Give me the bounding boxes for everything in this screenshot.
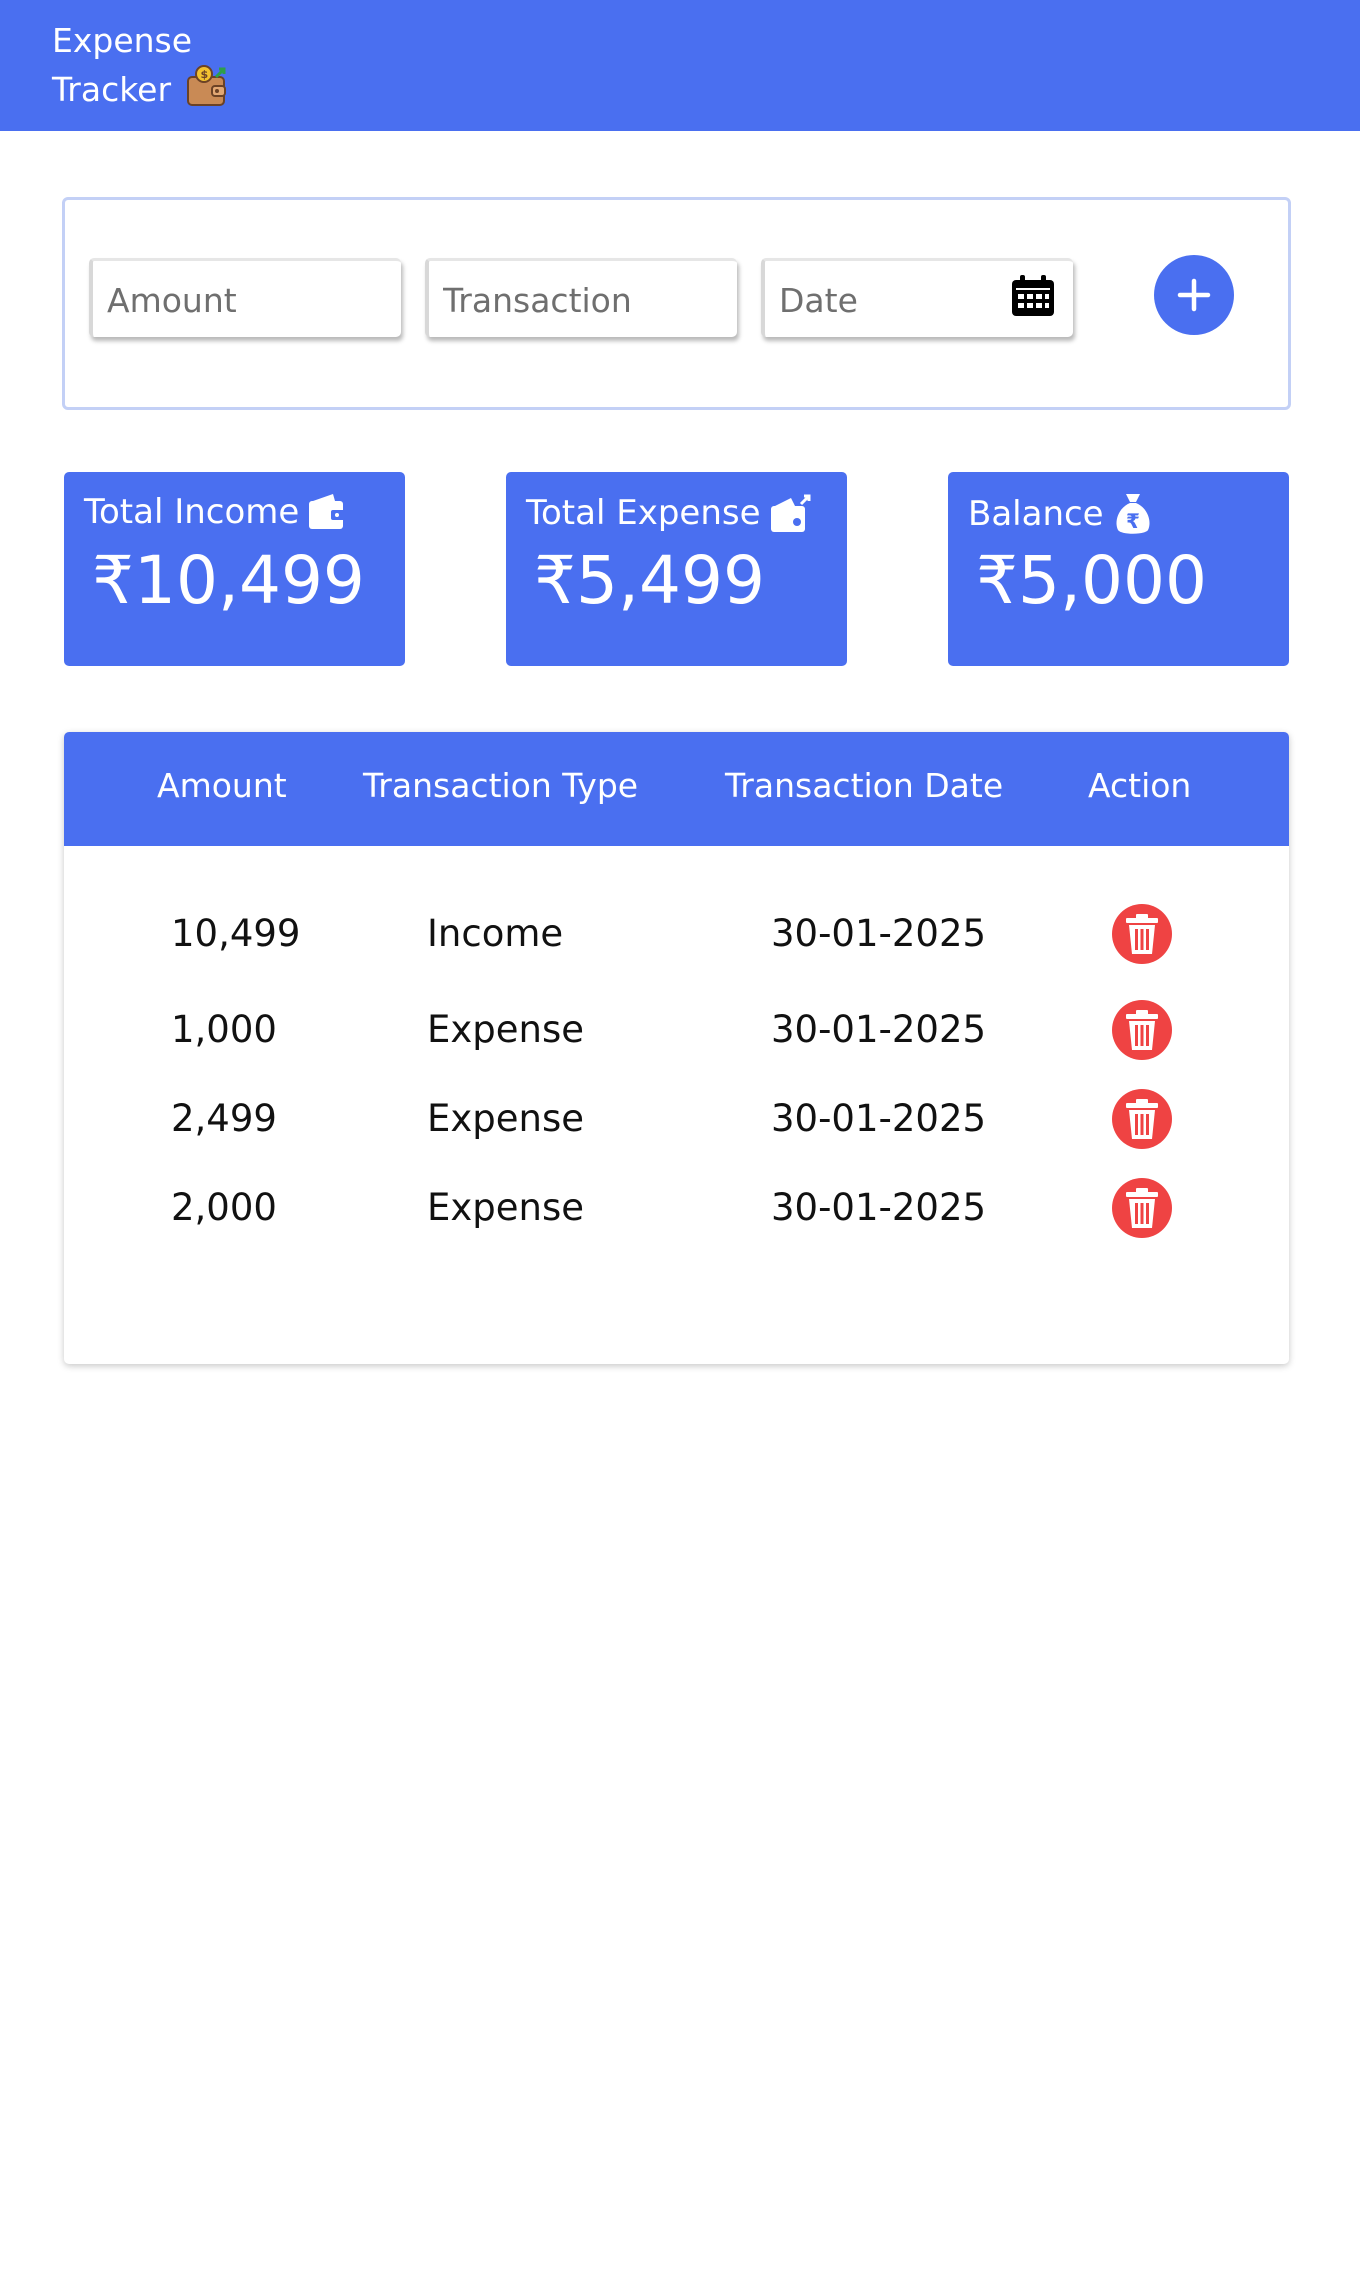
row-amount: 1,000: [171, 1008, 277, 1051]
total-income-label: Total Income: [84, 492, 300, 532]
plus-icon: [1177, 278, 1211, 312]
calendar-icon[interactable]: [1011, 275, 1055, 317]
wallet-icon: [309, 494, 346, 529]
trash-icon: [1126, 1188, 1158, 1228]
app-title-line1: Expense: [52, 21, 193, 60]
transaction-input[interactable]: [443, 275, 673, 325]
date-input[interactable]: [779, 275, 1009, 325]
row-amount: 2,000: [171, 1186, 277, 1229]
balance-card: Balance ₹ ₹5,000: [948, 472, 1289, 666]
app-brand[interactable]: Expense Tracker $: [52, 16, 230, 114]
table-header: Amount Transaction Type Transaction Date…: [64, 732, 1289, 846]
trash-icon: [1126, 914, 1158, 954]
svg-text:$: $: [200, 68, 208, 81]
transaction-field-wrapper: [425, 258, 737, 337]
money-bag-icon: ₹: [1116, 494, 1150, 534]
column-header-transaction-type: Transaction Type: [363, 766, 639, 805]
total-expense-value: ₹5,499: [534, 542, 765, 619]
total-expense-card: Total Expense ₹5,499: [506, 472, 847, 666]
trash-icon: [1126, 1099, 1158, 1139]
balance-value: ₹5,000: [976, 542, 1207, 619]
date-field-wrapper: [761, 258, 1073, 337]
delete-button[interactable]: [1112, 1178, 1172, 1238]
row-amount: 10,499: [171, 912, 301, 955]
table-row: 1,000 Expense 30-01-2025: [64, 1000, 1289, 1080]
row-type: Expense: [427, 1097, 585, 1140]
transactions-table: Amount Transaction Type Transaction Date…: [64, 732, 1289, 1364]
trash-icon: [1126, 1010, 1158, 1050]
wallet-out-icon: [770, 494, 810, 532]
svg-text:₹: ₹: [1126, 509, 1140, 533]
total-income-value: ₹10,499: [92, 542, 365, 619]
column-header-amount: Amount: [157, 766, 287, 805]
add-transaction-form: [62, 197, 1291, 410]
row-type: Income: [427, 912, 564, 955]
delete-button[interactable]: [1112, 1000, 1172, 1060]
table-row: 10,499 Income 30-01-2025: [64, 904, 1289, 984]
row-date: 30-01-2025: [771, 1008, 987, 1051]
column-header-transaction-date: Transaction Date: [725, 766, 1004, 805]
app-title-line2: Tracker: [52, 70, 172, 109]
row-amount: 2,499: [171, 1097, 277, 1140]
row-type: Expense: [427, 1008, 585, 1051]
row-date: 30-01-2025: [771, 912, 987, 955]
wallet-money-icon: $: [186, 65, 226, 106]
row-date: 30-01-2025: [771, 1097, 987, 1140]
add-transaction-button[interactable]: [1154, 255, 1234, 335]
delete-button[interactable]: [1112, 1089, 1172, 1149]
column-header-action: Action: [1088, 766, 1192, 805]
row-date: 30-01-2025: [771, 1186, 987, 1229]
amount-input[interactable]: [107, 275, 337, 325]
row-type: Expense: [427, 1186, 585, 1229]
total-income-card: Total Income ₹10,499: [64, 472, 405, 666]
navbar: Expense Tracker $: [0, 0, 1360, 131]
delete-button[interactable]: [1112, 904, 1172, 964]
amount-field-wrapper: [89, 258, 401, 337]
table-row: 2,000 Expense 30-01-2025: [64, 1178, 1289, 1258]
total-expense-label: Total Expense: [526, 493, 761, 533]
table-row: 2,499 Expense 30-01-2025: [64, 1089, 1289, 1169]
balance-label: Balance: [968, 494, 1104, 534]
